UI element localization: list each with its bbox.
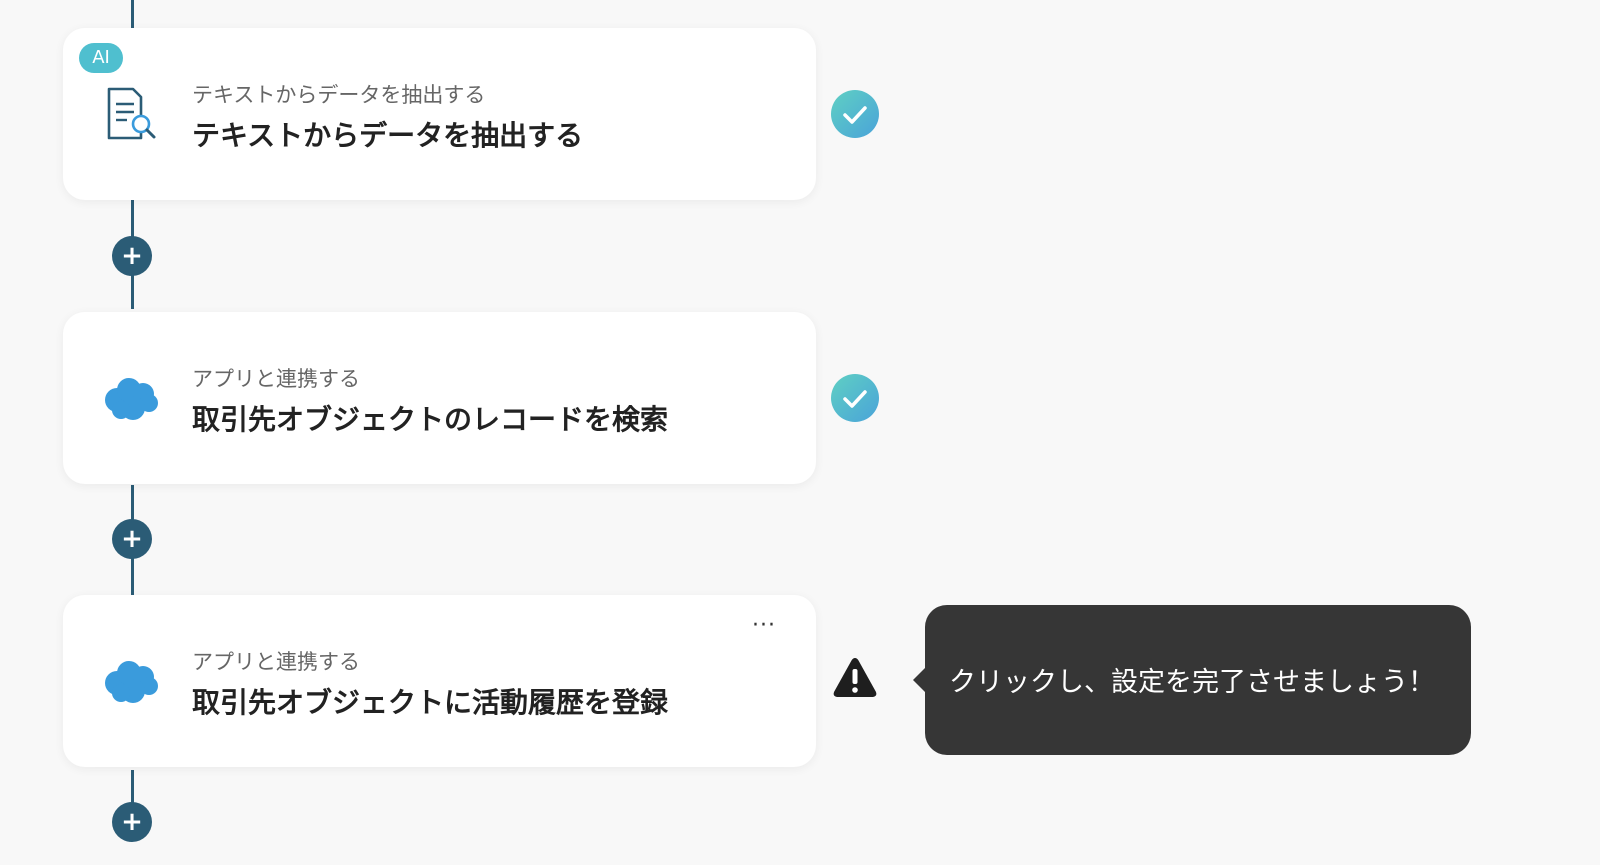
check-icon (831, 374, 879, 422)
connector-line (131, 0, 134, 28)
step-title: テキストからデータを抽出する (192, 119, 584, 152)
ai-badge: AI (79, 43, 123, 73)
step-title: 取引先オブジェクトのレコードを検索 (192, 403, 669, 436)
add-step-button[interactable]: + (112, 236, 152, 276)
flow-canvas: + + + AI テキストからデータを抽出する テキストからデータを抽出する ア… (0, 0, 1600, 865)
tooltip-text: クリックし、設定を完了させましょう！ (949, 667, 1435, 698)
step-card-extract[interactable]: AI テキストからデータを抽出する テキストからデータを抽出する (63, 28, 816, 200)
salesforce-cloud-icon (101, 368, 161, 428)
more-options-button[interactable]: ··· (752, 613, 776, 638)
check-icon (831, 90, 879, 138)
step-subtitle: アプリと連携する (192, 367, 360, 391)
add-step-button[interactable]: + (112, 802, 152, 842)
step-title: 取引先オブジェクトに活動履歴を登録 (192, 686, 669, 719)
step-card-search-records[interactable]: アプリと連携する 取引先オブジェクトのレコードを検索 (63, 312, 816, 484)
step-subtitle: テキストからデータを抽出する (192, 83, 486, 107)
warning-icon (831, 654, 879, 702)
step-card-register-activity[interactable]: ··· アプリと連携する 取引先オブジェクトに活動履歴を登録 (63, 595, 816, 767)
step-subtitle: アプリと連携する (192, 650, 360, 674)
document-search-icon (101, 84, 161, 144)
salesforce-cloud-icon (101, 651, 161, 711)
setup-tooltip[interactable]: クリックし、設定を完了させましょう！ (913, 605, 1471, 755)
add-step-button[interactable]: + (112, 519, 152, 559)
